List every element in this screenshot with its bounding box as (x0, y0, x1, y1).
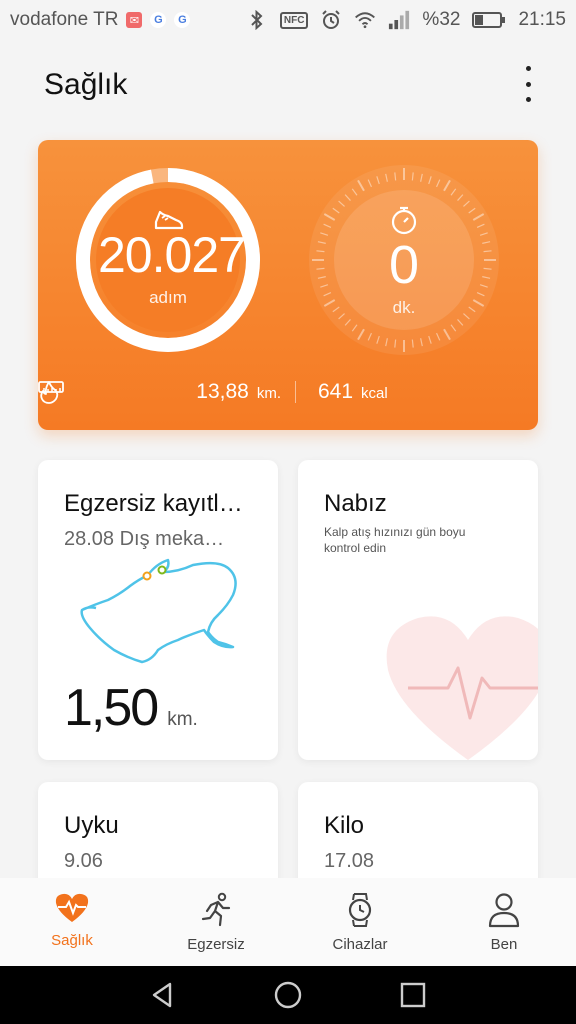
sleep-card-title: Uyku (64, 812, 119, 839)
google-icon: G (150, 12, 167, 28)
nav-tab-exercise[interactable]: Egzersiz (144, 878, 288, 966)
nfc-icon: NFC (279, 11, 309, 29)
dial-tick (316, 267, 325, 270)
sleep-card-date: 9.06 (64, 850, 103, 872)
mail-icon: ✉ (126, 12, 143, 28)
distance-unit: km. (256, 385, 281, 402)
nav-tab-health[interactable]: Sağlık (0, 878, 144, 966)
heart-illustration-icon (386, 616, 538, 760)
dial-tick (411, 172, 414, 181)
steps-value: 20.027 (98, 227, 246, 283)
nav-label-me: Ben (490, 936, 518, 953)
weight-card-title: Kilo (324, 812, 365, 839)
nav-label-exercise: Egzersiz (187, 936, 245, 953)
route-map (80, 558, 237, 664)
exercise-card-subtitle: 28.08 Dış meka… (64, 528, 225, 550)
status-bar: vodafone TR ✉ G G NFC %32 21:15 (0, 0, 576, 40)
dial-tick (483, 250, 492, 253)
wifi-icon (354, 9, 376, 31)
stats-divider (295, 381, 296, 403)
route-start-marker (142, 571, 152, 581)
overflow-menu-icon[interactable] (522, 66, 534, 102)
nav-label-devices: Cihazlar (332, 936, 388, 953)
clock: 21:15 (518, 9, 566, 30)
route-end-marker (157, 565, 167, 575)
running-icon (201, 892, 231, 927)
exercise-records-card[interactable]: Egzersiz kayıtl… 28.08 Dış meka… 1,50 km… (38, 460, 278, 760)
nav-tab-devices[interactable]: Cihazlar (288, 878, 432, 966)
battery-icon (472, 9, 506, 31)
distance-value: 13,88 (196, 380, 249, 403)
person-icon (488, 893, 520, 928)
watch-icon (348, 893, 372, 927)
nav-tab-me[interactable]: Ben (432, 878, 576, 966)
minutes-value: 0 (388, 235, 420, 295)
activity-stats-row: 13,88 km. 641 kcal (38, 380, 538, 404)
app-header: Sağlık (0, 50, 576, 120)
minutes-readout: 0 dk. (334, 238, 474, 318)
heart-card-title: Nabız (324, 490, 387, 517)
dial-tick (394, 339, 397, 348)
calories-stat: 641 kcal (40, 380, 388, 404)
dial-tick (316, 250, 325, 253)
signal-icon (388, 9, 410, 31)
steps-readout: 20.027 adım (98, 227, 246, 308)
system-navigation-bar (0, 966, 576, 1024)
route-path (80, 558, 237, 664)
calories-value: 641 (318, 380, 354, 403)
dial-tick (394, 172, 397, 181)
minutes-unit: dk. (392, 298, 416, 317)
exercise-distance: 1,50 km. (64, 678, 198, 738)
nav-label-health: Sağlık (51, 932, 93, 949)
activity-summary-card[interactable]: 20.027 adım 0 dk. 13,88 km. 641 kcal (38, 140, 538, 430)
heart-card-description: Kalp atış hızınızı gün boyu kontrol edin (324, 525, 466, 555)
exercise-card-title: Egzersiz kayıtl… (64, 490, 243, 517)
bluetooth-icon (246, 9, 268, 31)
dial-tick (411, 339, 414, 348)
google-icon: G (174, 12, 191, 28)
page-title: Sağlık (44, 68, 128, 101)
heart-rate-card[interactable]: Nabız Kalp atış hızınızı gün boyu kontro… (298, 460, 538, 760)
steps-unit: adım (149, 288, 187, 307)
home-icon[interactable] (273, 980, 303, 1010)
distance-stat: 13,88 km. (38, 380, 281, 404)
dial-tick (483, 267, 492, 270)
calories-unit: kcal (361, 385, 388, 402)
weight-card-date: 17.08 (324, 850, 375, 872)
alarm-icon (320, 9, 342, 31)
exercise-distance-unit: km. (167, 709, 198, 730)
exercise-distance-value: 1,50 (64, 679, 159, 737)
battery-percent: %32 (422, 9, 461, 30)
carrier-label: vodafone TR (10, 9, 119, 30)
bottom-navigation: Sağlık Egzersiz Cihazlar Ben (0, 878, 576, 966)
back-icon[interactable] (148, 980, 178, 1010)
heart-pulse-icon (55, 893, 89, 922)
recents-icon[interactable] (398, 980, 428, 1010)
